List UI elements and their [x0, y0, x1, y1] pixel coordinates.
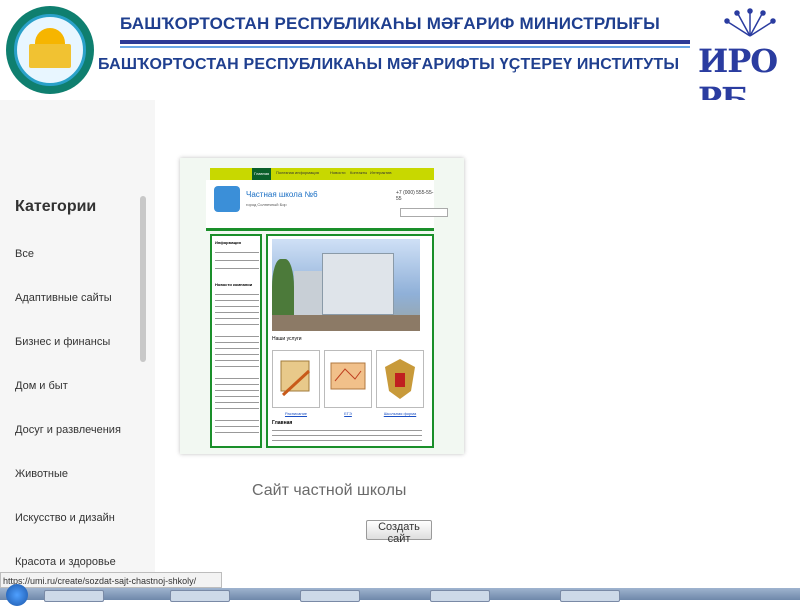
preview-services-heading: Наши услуги [272, 336, 302, 342]
taskbar-item-3[interactable] [300, 590, 360, 602]
browser-content: Категории Все Адаптивные сайты Бизнес и … [0, 100, 800, 588]
calendar-icon [280, 360, 311, 397]
sidebar-title: Категории [15, 198, 97, 215]
school-building-photo [272, 239, 420, 331]
taskbar [0, 584, 800, 606]
ministry-title: БАШҠОРТОСТАН РЕСПУБЛИКАҺЫ МӘҒАРИФ МИНИСТ… [120, 14, 660, 33]
service-uniform-card: Школьная форма [376, 350, 424, 416]
taskbar-item-4[interactable] [430, 590, 490, 602]
sidebar-item-animals[interactable]: Животные [15, 468, 68, 480]
start-button-icon[interactable] [6, 584, 28, 606]
preview-search-box [400, 208, 448, 217]
sunrays-icon [724, 8, 776, 37]
sidebar-item-adaptive[interactable]: Адаптивные сайты [15, 292, 112, 304]
preview-nav-info: Полезная информация [276, 170, 319, 175]
preview-nav-home: Главная [252, 168, 272, 180]
sidebar-item-home[interactable]: Дом и быт [15, 380, 68, 392]
service-schedule-label: Расписание [284, 411, 308, 416]
service-exam-label: ЕГЭ [344, 411, 352, 416]
sidebar-item-leisure[interactable]: Досуг и развлечения [15, 424, 121, 436]
taskbar-item-2[interactable] [170, 590, 230, 602]
ministry-logo-icon [6, 6, 94, 94]
preview-header: Частная школа №6 город Солнечный Бор +7 … [206, 180, 448, 231]
preview-news-heading: Новости компании [215, 282, 253, 287]
sidebar-item-business[interactable]: Бизнес и финансы [15, 336, 110, 348]
preview-site-subtitle: город Солнечный Бор [246, 202, 287, 207]
create-site-button[interactable]: Создать сайт [366, 520, 432, 545]
status-bar-url: https://umi.ru/create/sozdat-sajt-chastn… [0, 572, 222, 588]
service-schedule-card: Расписание [272, 350, 320, 416]
preview-site-title: Частная школа №6 [246, 190, 318, 199]
institute-title: БАШҠОРТОСТАН РЕСПУБЛИКАҺЫ МӘҒАРИФТЫ ҮҪТЕ… [98, 56, 680, 73]
preview-nav-interactive: Интерактив [370, 170, 392, 175]
template-preview[interactable]: Главная Полезная информация Новости Конт… [180, 158, 464, 454]
preview-info-heading: Информация [215, 240, 241, 245]
preview-nav: Главная Полезная информация Новости Конт… [210, 168, 434, 180]
map-icon [330, 362, 366, 390]
header-divider-secondary [120, 46, 690, 48]
sidebar-scrollbar[interactable] [140, 196, 146, 362]
school-globe-icon [214, 186, 240, 212]
template-caption: Сайт частной школы [252, 482, 407, 499]
sidebar-item-all[interactable]: Все [15, 248, 34, 260]
service-exam-card: ЕГЭ [324, 350, 372, 416]
preview-main-column: Наши услуги Расписание ЕГЭ Школьная форм… [266, 234, 434, 448]
sidebar-item-beauty[interactable]: Красота и здоровье [15, 556, 116, 568]
preview-phone: +7 (000) 555-55-55 [396, 190, 434, 202]
service-uniform-label: Школьная форма [383, 411, 417, 416]
taskbar-item-1[interactable] [44, 590, 104, 602]
header-banner: БАШҠОРТОСТАН РЕСПУБЛИКАҺЫ МӘҒАРИФ МИНИСТ… [0, 0, 800, 118]
preview-left-column: Информация Новости компании [210, 234, 262, 448]
sidebar-item-art[interactable]: Искусство и дизайн [15, 512, 115, 524]
coat-of-arms-icon [385, 359, 415, 399]
taskbar-item-5[interactable] [560, 590, 620, 602]
header-divider [120, 40, 690, 44]
institute-logo: ИРО РБ [698, 6, 794, 118]
preview-main-heading: Главная [272, 420, 293, 426]
preview-nav-news: Новости [330, 170, 346, 175]
preview-nav-contacts: Контакты [350, 170, 368, 175]
